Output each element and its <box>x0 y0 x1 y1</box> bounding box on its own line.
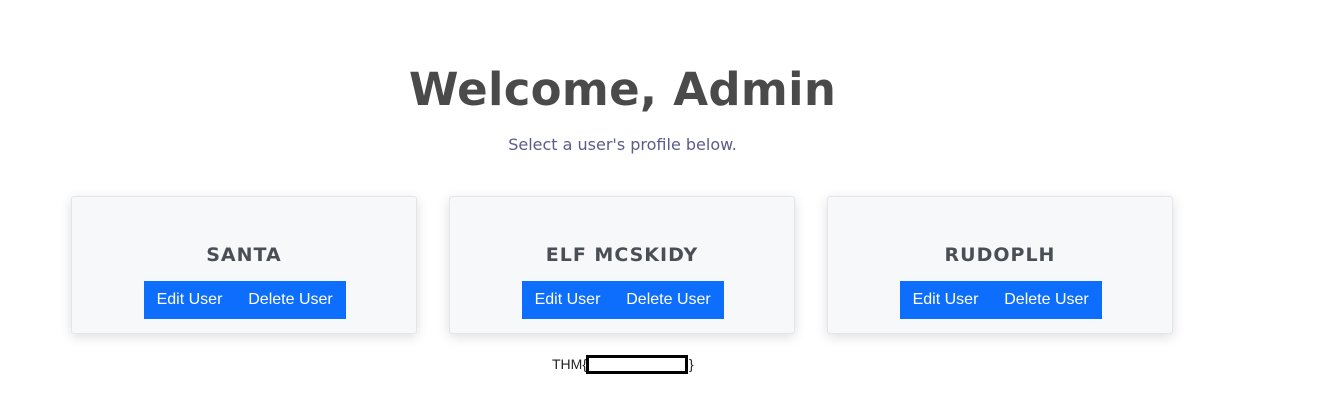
page-subtitle: Select a user's profile below. <box>508 135 737 154</box>
user-actions: Edit User Delete User <box>900 281 1102 319</box>
edit-user-button[interactable]: Edit User <box>144 281 235 319</box>
user-card-santa: SANTA Edit User Delete User <box>71 196 417 334</box>
user-name: ELF MCSKIDY <box>545 244 699 266</box>
user-actions: Edit User Delete User <box>522 281 724 319</box>
user-actions: Edit User Delete User <box>144 281 346 319</box>
delete-user-button[interactable]: Delete User <box>235 281 346 319</box>
flag-suffix: } <box>689 356 694 372</box>
edit-user-button[interactable]: Edit User <box>900 281 991 319</box>
edit-user-button[interactable]: Edit User <box>522 281 613 319</box>
delete-user-button[interactable]: Delete User <box>991 281 1102 319</box>
delete-user-button[interactable]: Delete User <box>613 281 724 319</box>
user-name: RUDOPLH <box>944 244 1056 266</box>
flag-prefix: THM{ <box>552 356 587 372</box>
user-name: SANTA <box>206 244 282 266</box>
user-card-rudoplh: RUDOPLH Edit User Delete User <box>827 196 1173 334</box>
user-card-elf-mcskidy: ELF MCSKIDY Edit User Delete User <box>449 196 795 334</box>
redaction-box <box>586 355 688 374</box>
page-title: Welcome, Admin <box>408 63 837 116</box>
